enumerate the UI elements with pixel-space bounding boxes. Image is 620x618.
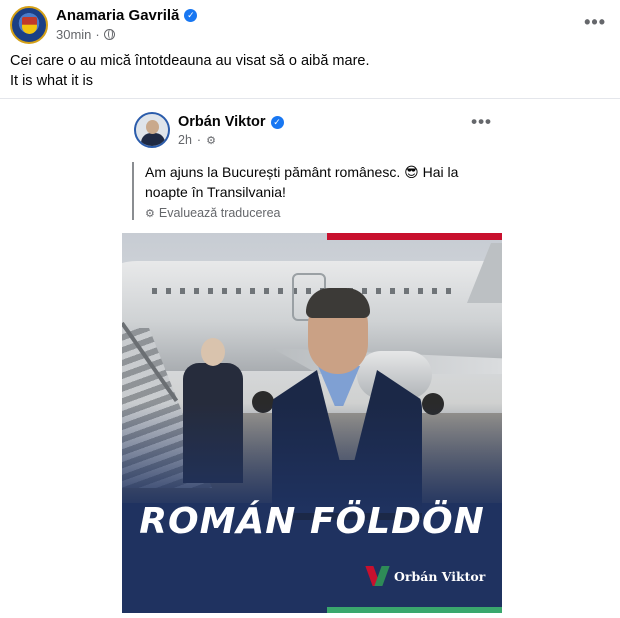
embedded-post-image[interactable]: Orbán Viktor ✓ 2h · ⚙ ••• Am ajuns la Bu… bbox=[122, 104, 502, 614]
green-accent-stripe bbox=[327, 607, 502, 613]
post-time[interactable]: 30min bbox=[56, 27, 91, 42]
globe-icon bbox=[103, 29, 115, 40]
brand-name: Orbán Viktor bbox=[394, 568, 486, 584]
embedded-quote: Am ajuns la București pământ românesc. 😎… bbox=[132, 162, 472, 220]
poster-title: ROMÁN FÖLDÖN bbox=[139, 501, 485, 542]
poster-photo: ROMÁN FÖLDÖN Orbán Viktor bbox=[122, 233, 502, 613]
verified-badge-icon: ✓ bbox=[184, 9, 198, 22]
red-accent-stripe bbox=[327, 233, 502, 240]
more-options-button[interactable]: ••• bbox=[584, 12, 606, 33]
crest-icon bbox=[22, 17, 37, 34]
embedded-time: 2h bbox=[178, 133, 192, 147]
post-meta: 30min · bbox=[56, 27, 115, 42]
embedded-post-text: Am ajuns la București pământ românesc. 😎… bbox=[145, 164, 459, 200]
divider bbox=[0, 98, 620, 99]
post-text-line: Cei care o au mică întotdeauna au visat … bbox=[10, 53, 370, 69]
embedded-avatar bbox=[134, 112, 170, 148]
verified-badge-icon: ✓ bbox=[270, 115, 284, 129]
author-name[interactable]: Anamaria Gavrilă bbox=[56, 7, 179, 24]
post-header: Anamaria Gavrilă ✓ 30min · ••• bbox=[10, 6, 610, 46]
post-text: Cei care o au mică întotdeauna au visat … bbox=[10, 51, 369, 91]
brand-mark-icon bbox=[365, 566, 390, 586]
embedded-author-name: Orbán Viktor bbox=[178, 114, 266, 130]
avatar[interactable] bbox=[10, 6, 48, 44]
embedded-meta: 2h · ⚙ bbox=[178, 133, 216, 147]
author-row: Anamaria Gavrilă ✓ bbox=[56, 7, 198, 24]
gear-icon: ⚙ bbox=[206, 134, 216, 147]
brand-logo: Orbán Viktor bbox=[365, 566, 486, 586]
embedded-author-row: Orbán Viktor ✓ bbox=[178, 114, 284, 130]
translate-label: Evaluează traducerea bbox=[158, 206, 281, 220]
gear-icon: ⚙ bbox=[145, 207, 155, 220]
embedded-more-icon: ••• bbox=[471, 112, 492, 131]
post-text-line: It is what it is bbox=[10, 73, 93, 89]
translate-link: ⚙ Evaluează traducerea bbox=[145, 206, 472, 220]
